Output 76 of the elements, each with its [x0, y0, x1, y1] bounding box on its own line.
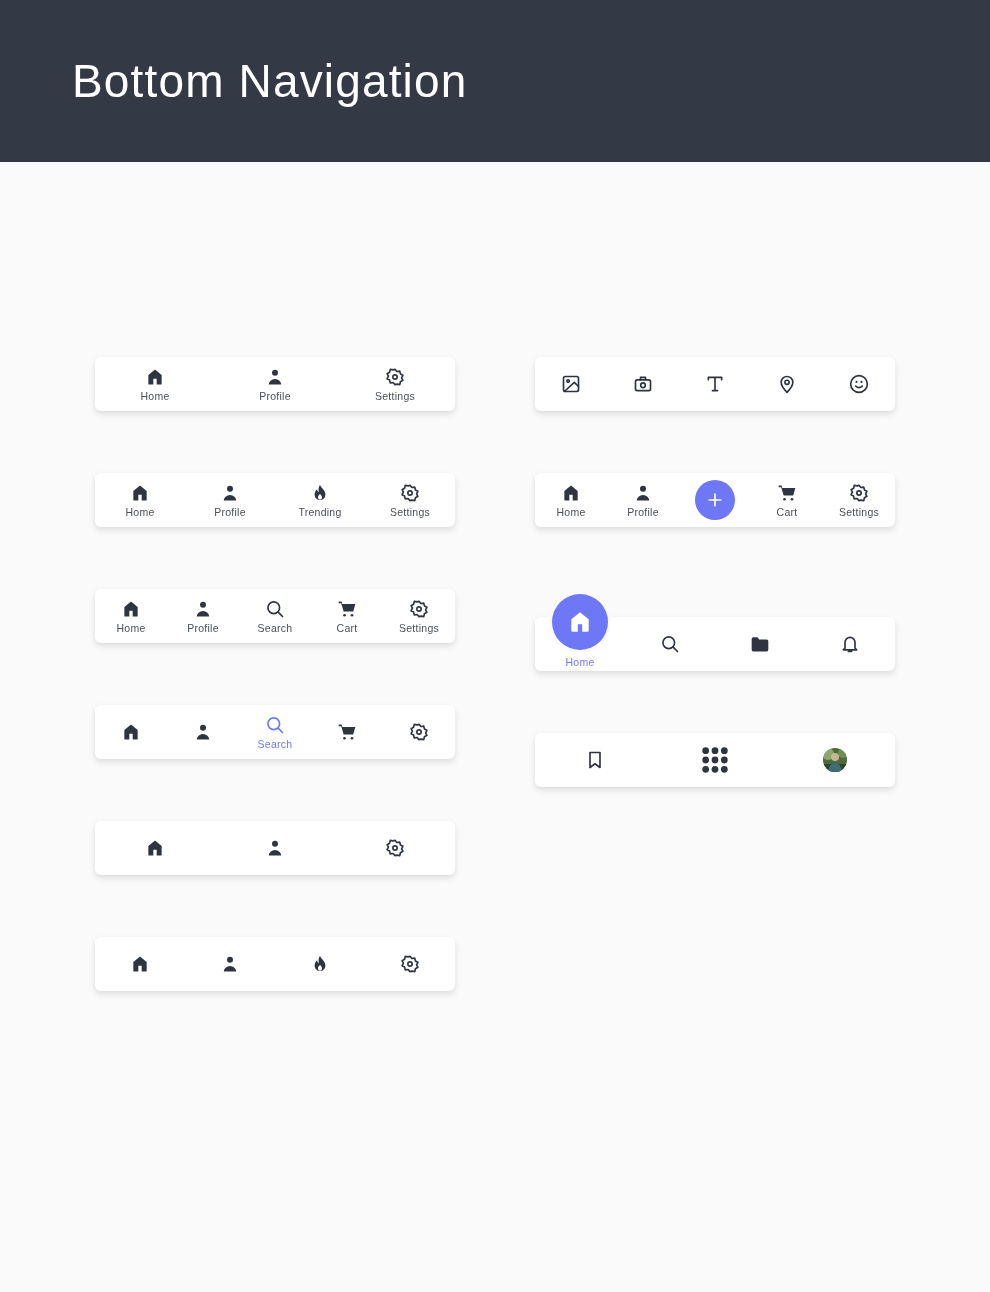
nav-item[interactable] — [840, 634, 860, 654]
nav-item[interactable]: Cart — [776, 482, 798, 518]
gear-icon — [385, 366, 405, 387]
search-icon — [265, 598, 285, 619]
nav-item[interactable]: Home — [116, 598, 146, 634]
nav-item[interactable] — [400, 954, 420, 974]
nav-item[interactable]: Profile — [187, 598, 219, 634]
nav-item[interactable]: Search — [257, 714, 293, 750]
nav-item[interactable]: Profile — [214, 482, 246, 518]
nav-item[interactable]: Profile — [627, 482, 659, 518]
nav-label: Cart — [776, 506, 798, 518]
home-icon — [130, 954, 150, 974]
nav-item[interactable] — [849, 374, 869, 394]
nav-item[interactable] — [385, 838, 405, 858]
gear-icon — [409, 722, 429, 742]
nav-item[interactable] — [660, 634, 680, 654]
nav-item[interactable]: Home — [556, 482, 586, 518]
nav-item[interactable] — [409, 722, 429, 742]
nav-label: Search — [257, 622, 293, 634]
nav-item[interactable]: Home — [140, 366, 170, 402]
nav-item[interactable]: Settings — [389, 482, 430, 518]
nav-item[interactable] — [121, 722, 141, 742]
camera-icon — [633, 374, 653, 394]
nav-item[interactable]: Home — [549, 590, 611, 668]
nav-item[interactable] — [705, 374, 725, 394]
nav-item[interactable]: Trending — [298, 482, 342, 518]
folder-icon — [750, 634, 770, 654]
nav-label: Cart — [336, 622, 358, 634]
nav-item[interactable]: Settings — [838, 482, 879, 518]
text-icon — [705, 374, 725, 394]
nav-item[interactable] — [823, 748, 847, 772]
gear-icon — [409, 598, 429, 619]
location-pin-icon — [777, 374, 797, 394]
nav-label: Profile — [214, 506, 246, 518]
home-icon — [145, 838, 165, 858]
nav-label: Trending — [298, 506, 342, 518]
nav-item[interactable] — [777, 374, 797, 394]
nav-label: Settings — [389, 506, 430, 518]
nav-item[interactable]: Profile — [259, 366, 291, 402]
nav-item[interactable]: Cart — [336, 598, 358, 634]
bell-icon — [840, 634, 860, 654]
gear-icon — [400, 954, 420, 974]
nav-label: Profile — [259, 390, 291, 402]
nav-item[interactable]: Home — [125, 482, 155, 518]
nav-label: Home — [565, 656, 595, 668]
nav-label: Search — [257, 738, 293, 750]
nav-label: Home — [556, 506, 586, 518]
nav-label: Profile — [187, 622, 219, 634]
home-icon — [121, 722, 141, 742]
nav-item[interactable] — [337, 722, 357, 742]
gear-icon — [400, 482, 420, 503]
search-icon — [265, 714, 285, 735]
nav-item[interactable] — [701, 746, 729, 774]
nav-item[interactable]: Search — [257, 598, 293, 634]
add-button[interactable] — [695, 480, 735, 520]
smiley-icon — [849, 374, 869, 394]
nav-item[interactable] — [130, 954, 150, 974]
dots-grid-icon — [701, 746, 729, 774]
nav-label: Settings — [374, 390, 415, 402]
cart-icon — [337, 722, 357, 742]
nav-label: Home — [125, 506, 155, 518]
nav-label: Home — [116, 622, 146, 634]
nav-item[interactable]: Settings — [398, 598, 439, 634]
nav-item[interactable] — [633, 374, 653, 394]
nav-label: Settings — [838, 506, 879, 518]
image-icon — [561, 374, 581, 394]
nav-item[interactable]: Settings — [374, 366, 415, 402]
gear-icon — [849, 482, 869, 503]
nav-label: Home — [140, 390, 170, 402]
nav-item[interactable] — [750, 634, 770, 654]
nav-label: Settings — [398, 622, 439, 634]
search-icon — [660, 634, 680, 654]
nav-item[interactable] — [561, 374, 581, 394]
nav-item[interactable] — [145, 838, 165, 858]
nav-label: Profile — [627, 506, 659, 518]
gear-icon — [385, 838, 405, 858]
